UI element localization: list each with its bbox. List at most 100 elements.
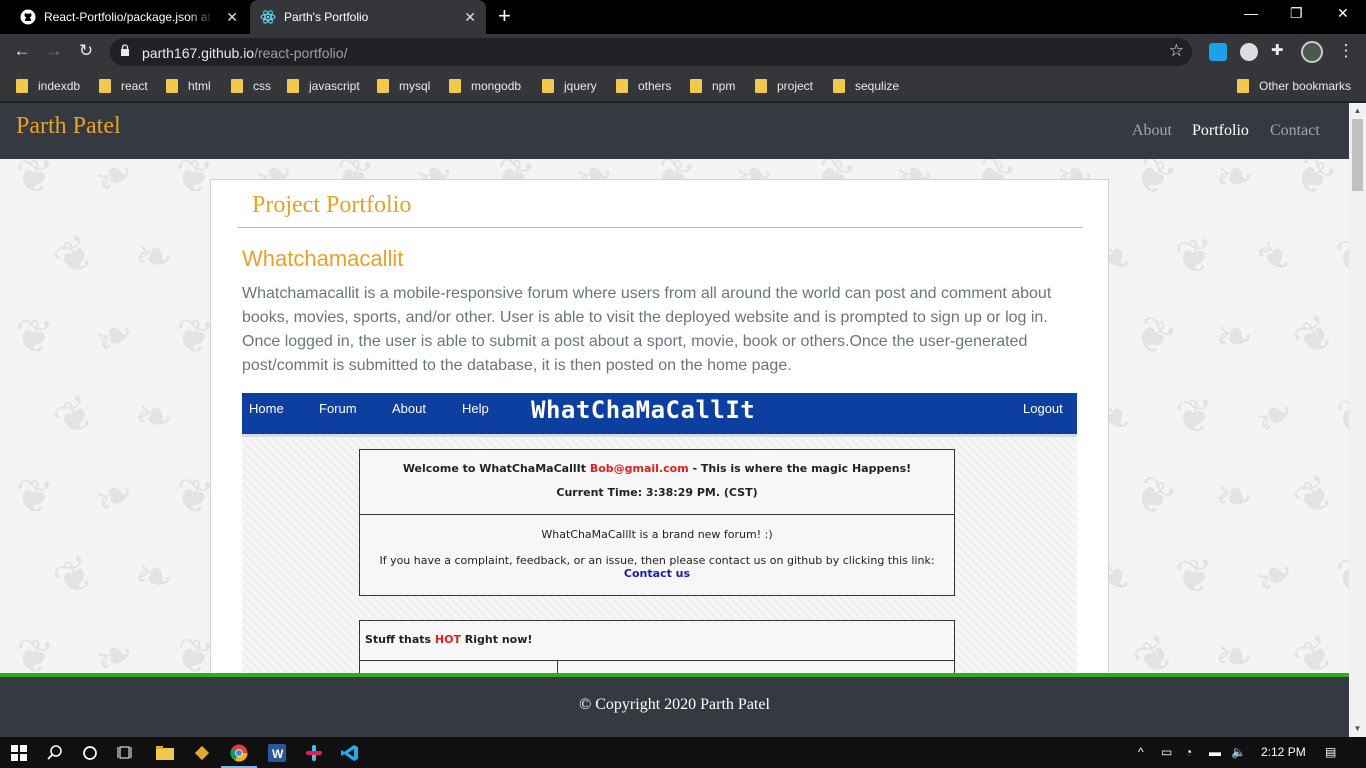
bookmark-folder[interactable]: project — [755, 77, 813, 95]
bookmarks-bar: indexdb react html css javascript mysql … — [0, 70, 1366, 102]
folder-icon — [833, 79, 845, 93]
tray-overflow-icon[interactable]: ^ — [1138, 745, 1144, 759]
bookmark-folder[interactable]: html — [166, 77, 211, 95]
site-navbar: Parth Patel About Portfolio Contact — [0, 103, 1349, 159]
leaf-pattern-icon: ❦ — [44, 382, 105, 450]
folder-icon — [16, 79, 28, 93]
bookmark-folder[interactable]: indexdb — [16, 77, 80, 95]
file-explorer-icon[interactable] — [155, 743, 175, 763]
wifi-icon[interactable]: ◔ — [1185, 745, 1192, 759]
extensions-puzzle-icon[interactable]: ✚ — [1271, 41, 1289, 59]
back-icon[interactable]: ← — [11, 41, 33, 61]
extension-icon[interactable] — [1240, 43, 1258, 61]
windows-start-icon[interactable] — [9, 743, 29, 763]
restore-icon[interactable]: ❐ — [1290, 5, 1303, 22]
leaf-pattern-icon: ❦ — [1334, 388, 1349, 444]
bookmark-folder[interactable]: sequlize — [833, 77, 899, 95]
bookmark-label: html — [188, 79, 211, 93]
url-text: parth167.github.io/react-portfolio/ — [142, 45, 347, 61]
bookmark-folder[interactable]: react — [99, 77, 148, 95]
leaf-pattern-icon: ❦ — [1174, 388, 1215, 444]
bookmark-folder[interactable]: mysql — [377, 77, 430, 95]
folder-icon — [287, 79, 299, 93]
folder-icon — [616, 79, 628, 93]
reload-icon[interactable]: ↻ — [75, 41, 97, 61]
leaf-pattern-icon: ❧ — [132, 227, 176, 285]
divider — [359, 660, 955, 661]
bookmark-star-icon[interactable]: ☆ — [1169, 41, 1184, 61]
leaf-pattern-icon: ❦ — [1173, 227, 1216, 285]
close-tab-icon[interactable]: ✕ — [226, 9, 238, 26]
bookmark-label: sequlize — [855, 79, 900, 93]
divider — [238, 227, 1083, 228]
battery-icon[interactable]: ▬ — [1209, 745, 1221, 759]
leaf-pattern-icon: ❦ — [1123, 462, 1186, 530]
leaf-pattern-icon: ❦ — [43, 222, 105, 290]
leaf-pattern-icon: ❦ — [12, 467, 57, 525]
complaint-text: If you have a complaint, feedback, or an… — [379, 554, 935, 567]
screenshot-info-box: WhatChaMaCallIt is a brand new forum! :)… — [359, 514, 955, 596]
notifications-icon[interactable]: ▤ — [1325, 745, 1336, 759]
browser-toolbar: ← → ↻ parth167.github.io/react-portfolio… — [0, 34, 1366, 70]
project-title[interactable]: Whatchamacallit — [242, 246, 403, 272]
leaf-pattern-icon: ❦ — [1333, 547, 1349, 605]
leaf-pattern-icon: ❧ — [84, 463, 144, 529]
leaf-pattern-icon: ❧ — [84, 303, 145, 369]
browser-tab-strip: React-Portfolio/package.json at master ·… — [0, 0, 1366, 34]
bookmark-folder[interactable]: npm — [690, 77, 735, 95]
other-bookmarks[interactable]: Other bookmarks — [1237, 77, 1351, 95]
profile-avatar[interactable] — [1301, 41, 1323, 63]
volume-icon[interactable]: 🔈 — [1231, 745, 1246, 759]
bookmark-folder[interactable]: css — [231, 77, 271, 95]
nav-link-about[interactable]: About — [1132, 122, 1172, 140]
page-scrollbar[interactable]: ▲ ▼ — [1349, 103, 1366, 737]
taskbar-clock[interactable]: 2:12 PM — [1261, 745, 1306, 759]
leaf-pattern-icon: ❦ — [1283, 302, 1346, 370]
extension-icon[interactable] — [1209, 43, 1227, 61]
tab-title: Parth's Portfolio — [284, 10, 369, 24]
hot-prefix: Stuff thats — [365, 633, 435, 646]
welcome-line: Welcome to WhatChaMaCallIt Bob@gmail.com… — [360, 462, 954, 475]
leaf-pattern-icon: ❧ — [1243, 222, 1306, 290]
minimize-icon[interactable]: — — [1244, 5, 1258, 21]
menu-dots-icon[interactable]: ⋮ — [1335, 41, 1357, 61]
leaf-pattern-icon: ❧ — [131, 386, 177, 446]
nav-link-contact[interactable]: Contact — [1270, 122, 1320, 140]
folder-icon — [1237, 79, 1249, 93]
leaf-pattern-icon: ❧ — [1213, 148, 1255, 204]
word-icon[interactable]: W — [267, 743, 287, 763]
task-view-icon[interactable] — [116, 743, 136, 763]
tab-github[interactable]: React-Portfolio/package.json at master ·… — [8, 0, 248, 34]
leaf-pattern-icon: ❧ — [131, 546, 178, 606]
scroll-down-icon[interactable]: ▼ — [1349, 721, 1366, 737]
search-icon[interactable] — [45, 743, 65, 763]
close-tab-icon[interactable]: ✕ — [464, 9, 476, 26]
vscode-icon[interactable] — [340, 743, 360, 763]
address-bar[interactable]: parth167.github.io/react-portfolio/ ☆ — [110, 38, 1192, 66]
bookmark-folder[interactable]: mongodb — [449, 77, 521, 95]
folder-icon — [755, 79, 767, 93]
slack-icon[interactable] — [304, 743, 324, 763]
scroll-up-icon[interactable]: ▲ — [1349, 103, 1366, 119]
bookmark-folder[interactable]: jquery — [542, 77, 597, 95]
bookmark-label: css — [253, 79, 271, 93]
scrollbar-thumb[interactable] — [1352, 119, 1363, 191]
site-brand[interactable]: Parth Patel — [16, 113, 121, 140]
leaf-pattern-icon: ❦ — [1335, 233, 1349, 279]
nav-link-portfolio[interactable]: Portfolio — [1192, 122, 1249, 140]
url-path: /react-portfolio/ — [254, 45, 348, 61]
github-icon — [20, 9, 36, 25]
screenshot-nav-home: Home — [249, 401, 284, 416]
cortana-icon[interactable] — [80, 743, 100, 763]
meet-now-icon[interactable]: ▭ — [1161, 745, 1172, 759]
leaf-pattern-icon: ❧ — [1214, 468, 1255, 524]
tab-portfolio[interactable]: Parth's Portfolio ✕ — [250, 0, 486, 34]
current-time: Current Time: 3:38:29 PM. (CST) — [556, 486, 758, 499]
bookmark-folder[interactable]: others — [616, 77, 671, 95]
close-window-icon[interactable]: ✕ — [1337, 5, 1349, 22]
new-tab-icon[interactable]: + — [498, 5, 511, 27]
bookmark-folder[interactable]: javascript — [287, 77, 360, 95]
chrome-icon[interactable] — [229, 743, 249, 763]
git-app-icon[interactable] — [192, 743, 212, 763]
forward-icon[interactable]: → — [43, 41, 65, 61]
